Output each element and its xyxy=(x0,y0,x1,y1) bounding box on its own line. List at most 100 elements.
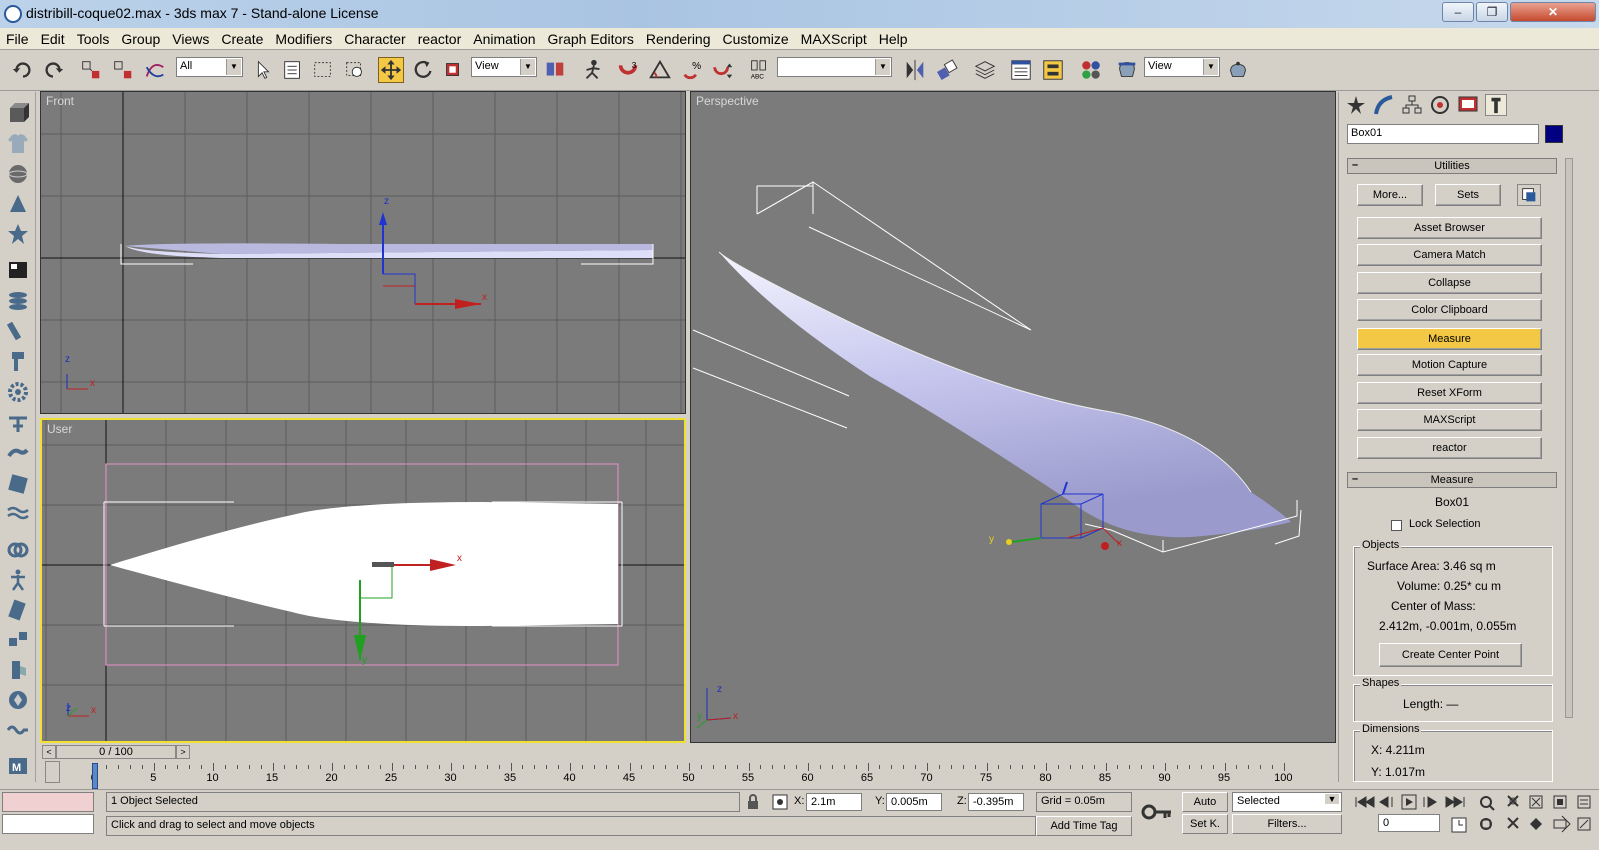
menu-graph-editors[interactable]: Graph Editors xyxy=(542,28,640,50)
reference-coordinate-dropdown[interactable]: View ▼ xyxy=(471,57,537,77)
viewport-label-perspective[interactable]: Perspective xyxy=(696,94,759,108)
absolute-mode-icon[interactable] xyxy=(772,794,788,810)
angle-snap-toggle-icon[interactable] xyxy=(647,57,673,83)
time-configuration-icon[interactable] xyxy=(1450,816,1468,834)
menu-create[interactable]: Create xyxy=(215,28,269,50)
window-crossing-icon[interactable] xyxy=(342,57,368,83)
selection-filter-dropdown[interactable]: All ▼ xyxy=(176,57,243,77)
select-and-move-icon[interactable] xyxy=(378,57,404,83)
render-type-dropdown[interactable]: View ▼ xyxy=(1144,57,1220,77)
utility-measure-button[interactable]: Measure xyxy=(1357,328,1542,350)
edit-poly-icon[interactable] xyxy=(6,258,30,282)
mirror-icon[interactable] xyxy=(902,57,928,83)
utility-motion-capture-button[interactable]: Motion Capture xyxy=(1357,354,1542,376)
object-color-swatch[interactable] xyxy=(1545,125,1563,143)
set-key-button[interactable]: Set K. xyxy=(1182,814,1228,834)
utility-asset-browser-button[interactable]: Asset Browser xyxy=(1357,217,1542,239)
link-icon[interactable] xyxy=(6,538,30,562)
viewport-navigation-controls[interactable] xyxy=(1478,794,1594,836)
coord-z-field[interactable]: -0.395m xyxy=(968,793,1024,811)
motion-tab-icon[interactable] xyxy=(1429,94,1451,116)
coord-x-field[interactable]: 2.1m xyxy=(806,793,862,811)
set-key-icon[interactable] xyxy=(1140,798,1174,826)
modify-tab-icon[interactable] xyxy=(1373,94,1395,116)
space-warp-icon[interactable] xyxy=(6,442,30,466)
menu-maxscript[interactable]: MAXScript xyxy=(795,28,873,50)
menu-customize[interactable]: Customize xyxy=(717,28,795,50)
chevron-left-icon[interactable]: < xyxy=(42,745,56,759)
render-scene-icon[interactable] xyxy=(1114,57,1140,83)
more-button[interactable]: More... xyxy=(1357,184,1423,206)
viewport-user[interactable]: User x y z x xyxy=(40,418,686,743)
schematic-view-icon[interactable] xyxy=(1040,57,1066,83)
named-selection-sets-dropdown[interactable]: ▼ xyxy=(777,57,892,77)
key-filter-dropdown[interactable]: Selected ▼ xyxy=(1232,792,1342,812)
biped-icon[interactable] xyxy=(6,568,30,592)
panel-scrollbar[interactable] xyxy=(1565,158,1573,718)
menu-modifiers[interactable]: Modifiers xyxy=(269,28,338,50)
create-sphere-icon[interactable] xyxy=(6,162,30,186)
configure-button-sets-icon[interactable] xyxy=(1517,184,1541,206)
utility-reactor-button[interactable]: reactor xyxy=(1357,437,1542,459)
hinge-icon[interactable] xyxy=(6,628,30,652)
particle-icon[interactable] xyxy=(6,472,30,496)
maxscript-listener-mini[interactable] xyxy=(2,792,94,812)
viewport-perspective[interactable]: Perspective x y z x y xyxy=(690,91,1336,743)
add-time-tag-button[interactable]: Add Time Tag xyxy=(1036,816,1132,836)
close-button[interactable]: ✕ xyxy=(1510,2,1596,22)
utilities-rollout-header[interactable]: – Utilities xyxy=(1347,158,1557,174)
unlink-selection-icon[interactable] xyxy=(110,57,136,83)
display-tab-icon[interactable] xyxy=(1457,94,1479,116)
coord-y-field[interactable]: 0.005m xyxy=(886,793,942,811)
clip-icon[interactable] xyxy=(6,598,30,622)
select-by-name-icon[interactable] xyxy=(280,57,306,83)
current-frame-field[interactable]: 0 xyxy=(1378,814,1440,832)
gear-icon[interactable] xyxy=(6,380,30,404)
select-and-manipulate-icon[interactable] xyxy=(580,57,606,83)
select-and-rotate-icon[interactable] xyxy=(410,57,436,83)
lock-icon[interactable] xyxy=(745,794,761,810)
select-and-link-icon[interactable] xyxy=(78,57,104,83)
stack-icon[interactable] xyxy=(6,289,30,313)
spinner-snap-icon[interactable] xyxy=(710,57,736,83)
chevron-right-icon[interactable]: > xyxy=(176,745,190,759)
hierarchy-tab-icon[interactable] xyxy=(1401,94,1423,116)
menu-rendering[interactable]: Rendering xyxy=(640,28,717,50)
utility-camera-match-button[interactable]: Camera Match xyxy=(1357,244,1542,266)
bend-icon[interactable] xyxy=(6,319,30,343)
quick-render-icon[interactable] xyxy=(1225,57,1251,83)
helper-icon[interactable] xyxy=(6,412,30,436)
menu-file[interactable]: File xyxy=(0,28,35,50)
utility-color-clipboard-button[interactable]: Color Clipboard xyxy=(1357,299,1542,321)
viewport-front[interactable]: Front z x z x xyxy=(40,91,686,414)
menu-character[interactable]: Character xyxy=(338,28,411,50)
layer-manager-icon[interactable] xyxy=(972,57,998,83)
utilities-tab-icon[interactable] xyxy=(1485,94,1507,116)
select-object-icon[interactable] xyxy=(250,57,276,83)
time-slider-handle[interactable] xyxy=(92,763,98,789)
menu-animation[interactable]: Animation xyxy=(467,28,541,50)
snaps-toggle-icon[interactable]: 3 xyxy=(615,57,641,83)
create-box-icon[interactable] xyxy=(6,100,30,124)
redo-icon[interactable] xyxy=(40,57,66,83)
object-name-field[interactable]: Box01 xyxy=(1347,124,1539,144)
measure-rollout-header[interactable]: – Measure xyxy=(1347,472,1557,488)
edit-named-selection-icon[interactable]: ABC xyxy=(746,57,772,83)
paint-icon[interactable] xyxy=(6,349,30,373)
create-center-point-button[interactable]: Create Center Point xyxy=(1379,643,1522,667)
rectangular-selection-icon[interactable] xyxy=(310,57,336,83)
create-shirt-icon[interactable] xyxy=(6,131,30,155)
maxscript-listener-input[interactable] xyxy=(2,814,94,834)
lock-selection-checkbox[interactable] xyxy=(1391,520,1402,531)
menu-tools[interactable]: Tools xyxy=(71,28,116,50)
minimize-button[interactable]: – xyxy=(1442,2,1474,22)
menu-group[interactable]: Group xyxy=(115,28,166,50)
maximize-button[interactable]: ❐ xyxy=(1476,2,1508,22)
menu-views[interactable]: Views xyxy=(166,28,215,50)
menu-edit[interactable]: Edit xyxy=(35,28,71,50)
create-cone-icon[interactable] xyxy=(6,192,30,216)
time-slider-frame[interactable]: 0 / 100 xyxy=(56,745,176,759)
maxscript-icon[interactable]: M xyxy=(6,754,30,778)
water-icon[interactable] xyxy=(6,502,30,526)
menu-help[interactable]: Help xyxy=(873,28,914,50)
